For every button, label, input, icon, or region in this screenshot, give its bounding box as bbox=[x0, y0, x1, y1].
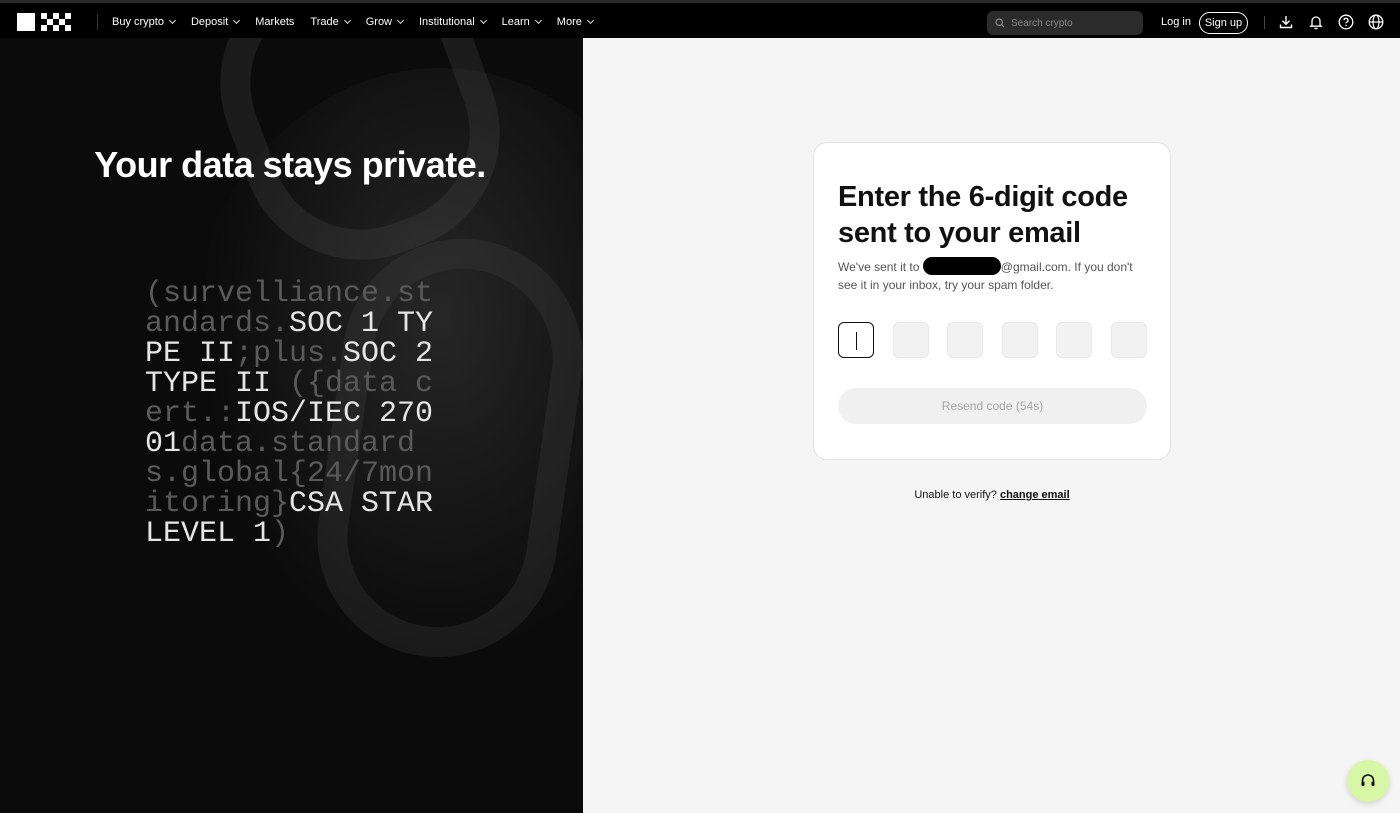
verification-card: Enter the 6-digit code sent to your emai… bbox=[813, 142, 1171, 460]
otp-digit-input-1[interactable] bbox=[838, 322, 874, 358]
globe-icon[interactable] bbox=[1368, 14, 1384, 30]
nav-item-deposit[interactable]: Deposit bbox=[190, 16, 241, 28]
otp-digit-input-4[interactable] bbox=[1001, 322, 1038, 358]
nav-item-label: Institutional bbox=[419, 16, 475, 28]
verification-description: We've sent it to @gmail.com. If you don'… bbox=[838, 257, 1148, 294]
privacy-headline: Your data stays private. bbox=[94, 144, 486, 185]
text-caret bbox=[856, 332, 857, 350]
download-icon[interactable] bbox=[1278, 14, 1294, 30]
resend-code-button[interactable]: Resend code (54s) bbox=[838, 388, 1147, 424]
verification-title: Enter the 6-digit code sent to your emai… bbox=[838, 181, 1128, 249]
nav-item-label: Learn bbox=[501, 16, 530, 28]
otp-digit-input-5[interactable] bbox=[1056, 322, 1093, 358]
nav-item-learn[interactable]: Learn bbox=[501, 16, 542, 28]
otp-digit-input-6[interactable] bbox=[1111, 322, 1147, 358]
search-icon bbox=[995, 18, 1005, 28]
bell-icon[interactable] bbox=[1308, 14, 1324, 30]
nav-item-label: Grow bbox=[365, 16, 392, 28]
search-box[interactable] bbox=[987, 11, 1143, 35]
nav-item-label: Deposit bbox=[190, 16, 229, 28]
unable-text: Unable to verify? bbox=[914, 489, 1000, 501]
chevron-down-icon bbox=[534, 16, 542, 25]
chevron-down-icon bbox=[396, 16, 405, 25]
nav-item-grow[interactable]: Grow bbox=[365, 16, 405, 28]
otp-digit-input-2[interactable] bbox=[892, 322, 929, 358]
unable-to-verify: Unable to verify? change email bbox=[813, 489, 1171, 501]
chevron-down-icon bbox=[586, 16, 594, 25]
nav-divider-right bbox=[1264, 16, 1265, 29]
nav-item-institutional[interactable]: Institutional bbox=[419, 16, 487, 28]
support-chat-button[interactable] bbox=[1347, 760, 1389, 802]
code-text-segment: ) bbox=[271, 517, 290, 551]
nav-divider bbox=[97, 14, 98, 30]
change-email-link[interactable]: change email bbox=[1000, 489, 1070, 501]
description-prefix: We've sent it to bbox=[838, 260, 923, 274]
chevron-down-icon bbox=[168, 16, 177, 25]
headset-icon bbox=[1361, 774, 1375, 786]
chevron-down-icon bbox=[479, 16, 487, 25]
privacy-panel: Your data stays private. (survelliance.s… bbox=[0, 38, 583, 813]
nav-item-label: Markets bbox=[255, 16, 295, 28]
nav-item-buy-crypto[interactable]: Buy crypto bbox=[112, 16, 177, 28]
nav-item-more[interactable]: More bbox=[556, 16, 594, 28]
top-nav: Buy crypto Deposit Markets Trade Grow Institu… bbox=[0, 0, 1400, 38]
nav-item-label: More bbox=[556, 16, 582, 28]
chevron-down-icon bbox=[343, 16, 351, 25]
signup-button[interactable]: Sign up bbox=[1199, 12, 1248, 34]
nav-item-label: Buy crypto bbox=[112, 16, 164, 28]
okx-logo[interactable] bbox=[17, 13, 77, 31]
certifications-code-text: (survelliance.standards.SOC 1 TYPE II;pl… bbox=[145, 279, 445, 549]
chevron-down-icon bbox=[233, 16, 241, 25]
main-nav: Buy crypto Deposit Markets Trade Grow Institu… bbox=[112, 3, 594, 41]
nav-item-markets[interactable]: Markets bbox=[255, 16, 294, 28]
redacted-email bbox=[922, 257, 1001, 275]
help-icon[interactable] bbox=[1338, 14, 1354, 30]
nav-item-label: Trade bbox=[310, 16, 339, 28]
code-text-segment: ;plus. bbox=[235, 337, 344, 371]
search-input[interactable] bbox=[1011, 17, 1131, 29]
nav-item-trade[interactable]: Trade bbox=[310, 16, 351, 28]
otp-digit-input-3[interactable] bbox=[947, 322, 984, 358]
login-link[interactable]: Log in bbox=[1161, 16, 1191, 28]
